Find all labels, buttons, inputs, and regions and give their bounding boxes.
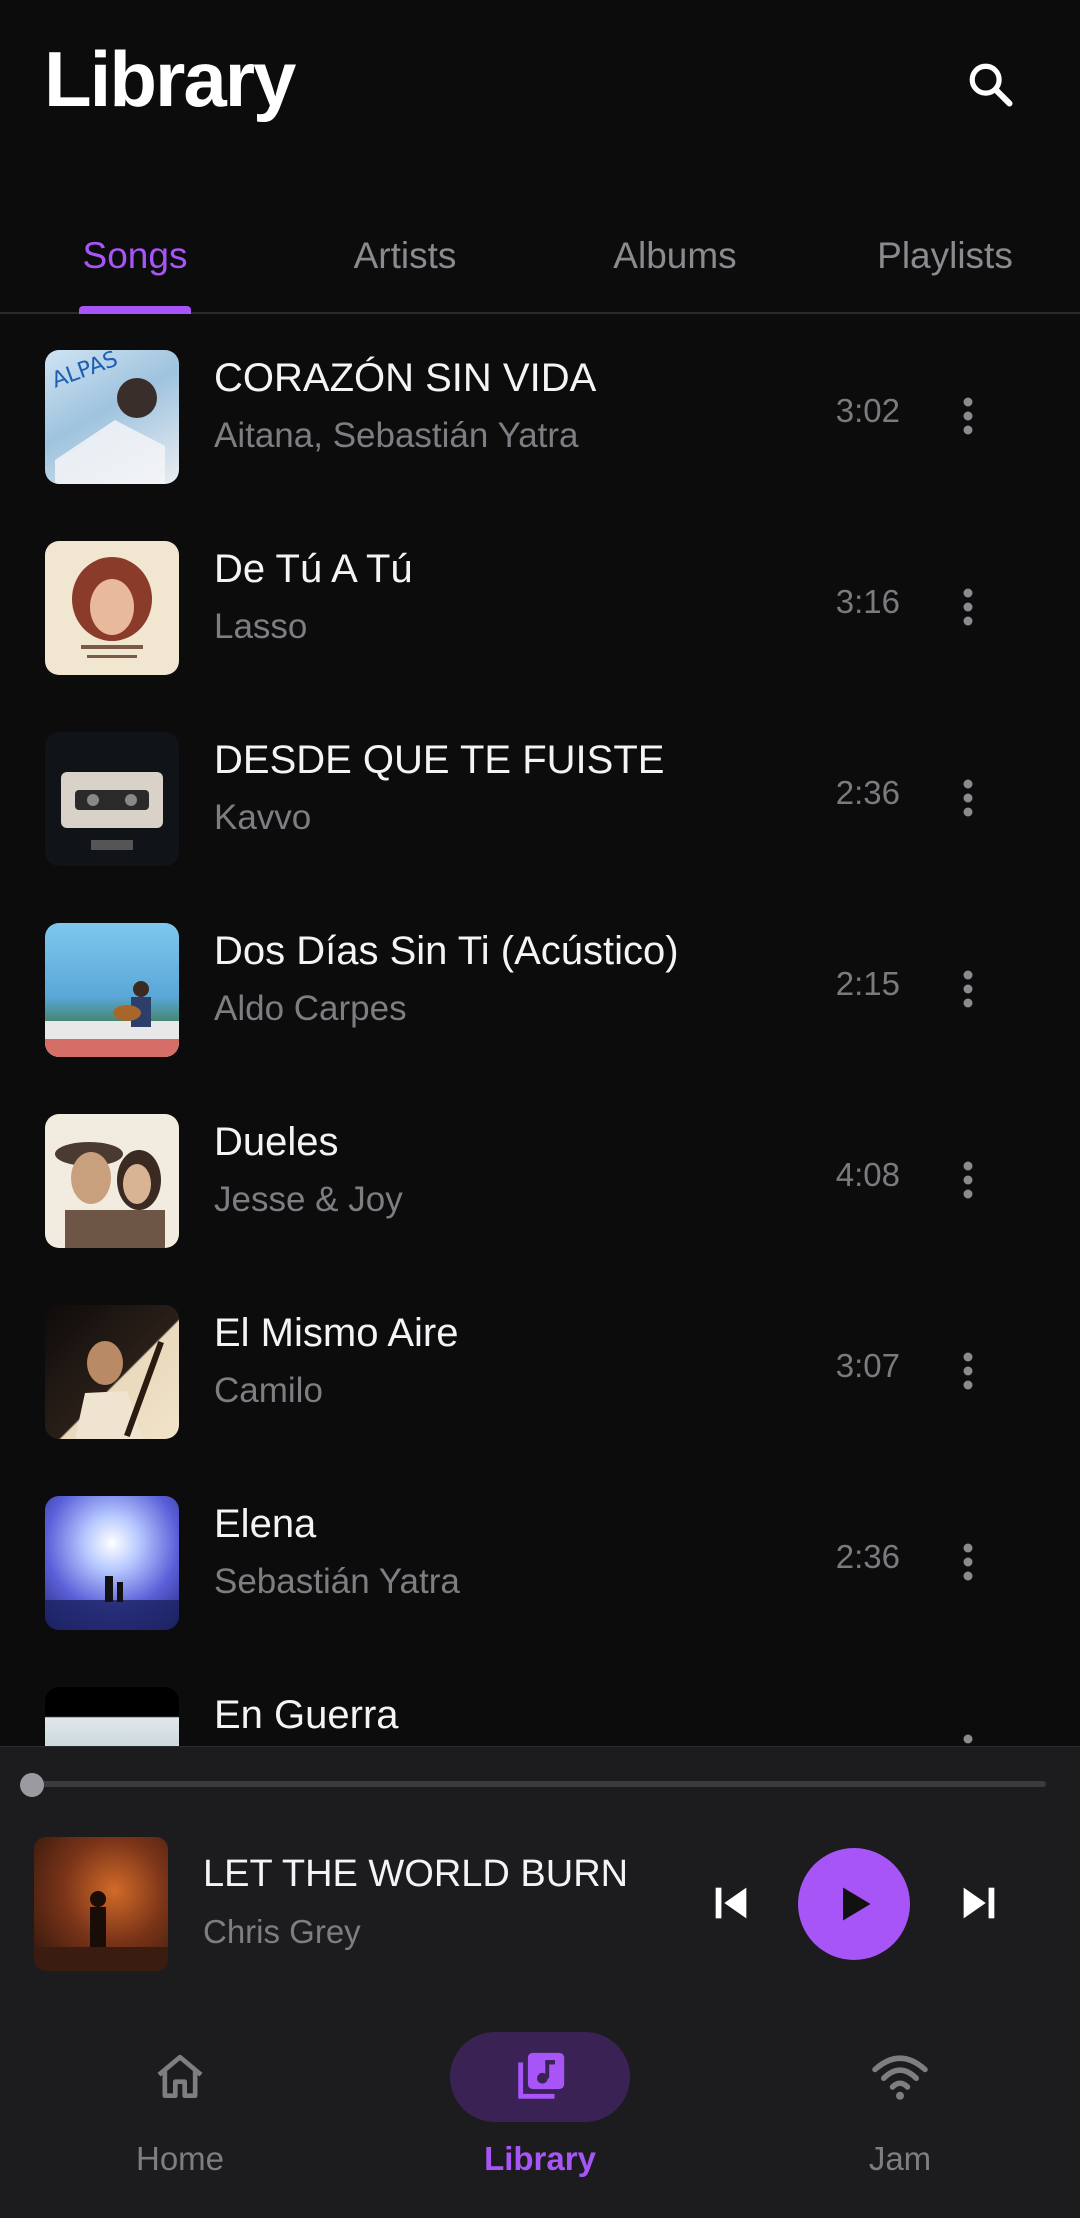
album-art: ALPAS (45, 350, 179, 484)
nav-library-pill[interactable] (450, 2032, 630, 2122)
now-playing-artist: Chris Grey (203, 1913, 361, 1950)
more-options-button[interactable] (938, 376, 998, 456)
now-playing-title: LET THE WORLD BURN (203, 1853, 629, 1895)
now-playing-bar[interactable]: LET THE WORLD BURN Chris Grey (0, 1746, 1080, 2022)
song-title: Elena (214, 1502, 317, 1546)
song-title: DESDE QUE TE FUISTE (214, 738, 665, 782)
nav-home-pill[interactable] (90, 2032, 270, 2122)
bottom-navigation: Home Library Jam (0, 2022, 1080, 2218)
song-title: Dueles (214, 1120, 339, 1164)
skip-previous-button[interactable] (696, 1863, 766, 1943)
search-icon (969, 63, 1013, 107)
more-vertical-icon (963, 779, 973, 817)
more-vertical-icon (963, 1734, 973, 1744)
library-screen: Library Songs Artists Albums Playlists A… (0, 0, 1080, 2218)
search-button[interactable] (950, 44, 1030, 124)
song-row[interactable]: DESDE QUE TE FUISTE Kavvo 2:36 (0, 698, 1080, 889)
page-title: Library (44, 35, 296, 123)
song-artist: Camilo (214, 1371, 323, 1410)
song-title: Dos Días Sin Ti (Acústico) (214, 929, 679, 973)
more-options-button[interactable] (938, 949, 998, 1029)
progress-track[interactable] (30, 1781, 1046, 1787)
tab-playlists[interactable]: Playlists (850, 200, 1040, 312)
song-title: En Guerra (214, 1693, 399, 1737)
nav-home-label: Home (135, 2140, 225, 2177)
song-duration: 2:36 (835, 1538, 900, 1575)
play-icon (843, 1887, 871, 1921)
tab-artists[interactable]: Artists (310, 200, 500, 312)
skip-previous-icon (715, 1887, 747, 1919)
nav-library[interactable]: Library (360, 2022, 720, 2218)
nav-jam-pill[interactable] (810, 2032, 990, 2122)
song-duration: 3:16 (835, 583, 900, 620)
song-title: El Mismo Aire (214, 1311, 459, 1355)
tab-albums[interactable]: Albums (580, 200, 770, 312)
active-tab-indicator (79, 306, 191, 314)
now-playing-art[interactable] (34, 1837, 168, 1971)
skip-next-button[interactable] (944, 1863, 1014, 1943)
album-art (45, 732, 179, 866)
more-options-button[interactable] (938, 1522, 998, 1602)
wifi-icon (872, 2055, 928, 2100)
song-artist: Sebastián Yatra (214, 1562, 460, 1601)
library-music-icon (518, 2052, 565, 2099)
more-vertical-icon (963, 588, 973, 626)
song-artist: Kavvo (214, 798, 312, 837)
more-options-button[interactable] (938, 1140, 998, 1220)
song-duration: 4:08 (835, 1156, 900, 1193)
song-row[interactable]: ALPAS CORAZÓN SIN VIDA Aitana, Sebastián… (0, 316, 1080, 507)
song-row[interactable]: De Tú A Tú Lasso 3:16 (0, 507, 1080, 698)
song-duration: 3:02 (835, 392, 900, 429)
album-art (45, 1114, 179, 1248)
more-vertical-icon (963, 1352, 973, 1390)
tab-songs[interactable]: Songs (40, 200, 230, 312)
album-art (45, 923, 179, 1057)
library-tabs: Songs Artists Albums Playlists (0, 200, 1080, 314)
song-duration: 2:15 (835, 965, 900, 1002)
song-artist: Aitana, Sebastián Yatra (214, 416, 579, 455)
album-art (45, 541, 179, 675)
more-vertical-icon (963, 397, 973, 435)
nav-jam-label: Jam (868, 2140, 932, 2177)
more-vertical-icon (963, 970, 973, 1008)
album-art (45, 1305, 179, 1439)
album-art (45, 1687, 179, 1746)
progress-knob[interactable] (20, 1773, 44, 1797)
album-art (45, 1496, 179, 1630)
play-button[interactable] (798, 1848, 910, 1960)
song-title: CORAZÓN SIN VIDA (214, 356, 597, 400)
song-row[interactable]: Dueles Jesse & Joy 4:08 (0, 1080, 1080, 1271)
nav-jam[interactable]: Jam (720, 2022, 1080, 2218)
more-options-button[interactable] (938, 758, 998, 838)
song-artist: Aldo Carpes (214, 989, 407, 1028)
more-options-button[interactable] (938, 1713, 998, 1746)
song-duration: 2:36 (835, 774, 900, 811)
more-vertical-icon (963, 1161, 973, 1199)
home-icon (157, 2054, 203, 2098)
song-list[interactable]: ALPAS CORAZÓN SIN VIDA Aitana, Sebastián… (0, 316, 1080, 1746)
nav-library-label: Library (484, 2140, 596, 2177)
song-artist: Lasso (214, 607, 308, 646)
song-row[interactable]: El Mismo Aire Camilo 3:07 (0, 1271, 1080, 1462)
svg-text:ALPAS: ALPAS (49, 350, 122, 394)
song-duration: 3:07 (835, 1347, 900, 1384)
song-title: De Tú A Tú (214, 547, 413, 591)
skip-next-icon (963, 1887, 995, 1919)
more-options-button[interactable] (938, 567, 998, 647)
more-vertical-icon (963, 1543, 973, 1581)
app-header: Library (0, 0, 1080, 160)
song-artist: Jesse & Joy (214, 1180, 403, 1219)
more-options-button[interactable] (938, 1331, 998, 1411)
nav-home[interactable]: Home (0, 2022, 360, 2218)
song-row[interactable]: En Guerra (0, 1653, 1080, 1746)
song-row[interactable]: Elena Sebastián Yatra 2:36 (0, 1462, 1080, 1653)
song-row[interactable]: Dos Días Sin Ti (Acústico) Aldo Carpes 2… (0, 889, 1080, 1080)
